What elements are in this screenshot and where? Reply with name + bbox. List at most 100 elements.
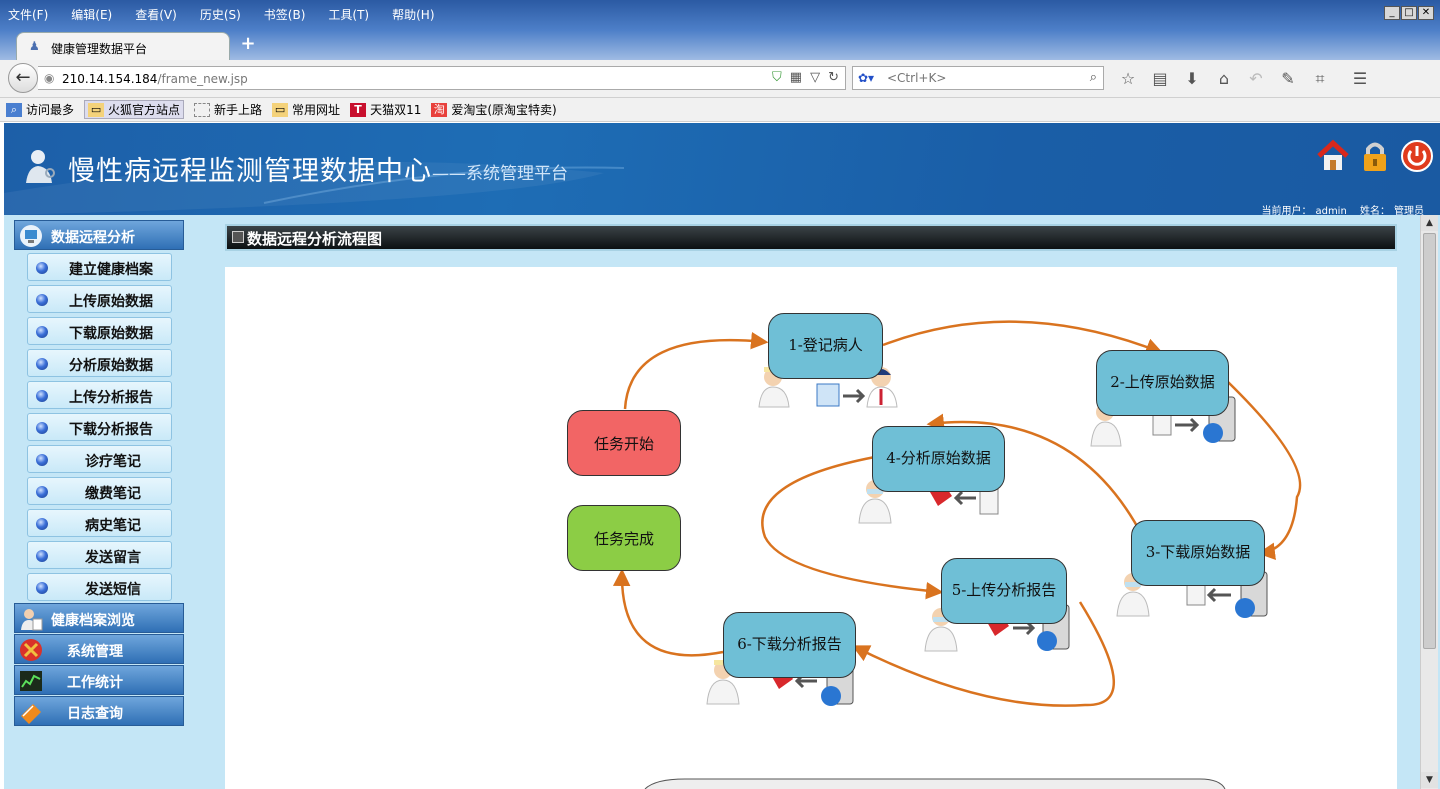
sidebar-item-payment-notes[interactable]: 缴费笔记 bbox=[27, 477, 172, 505]
nav-group-health-records[interactable]: 健康档案浏览 bbox=[14, 603, 184, 633]
download-icon[interactable]: ⬇ bbox=[1176, 69, 1208, 89]
nav-group-work-stats[interactable]: 工作统计 bbox=[14, 665, 184, 695]
tab-title: 健康管理数据平台 bbox=[51, 42, 148, 56]
menu-help[interactable]: 帮助(H) bbox=[388, 6, 438, 23]
bookmark-firefox-site[interactable]: ▭ 火狐官方站点 bbox=[84, 100, 185, 119]
site-subtitle: ——系统管理平台 bbox=[432, 164, 568, 184]
vertical-scrollbar[interactable]: ▲ ▼ bbox=[1420, 215, 1438, 789]
browser-menubar: 文件(F) 编辑(E) 查看(V) 历史(S) 书签(B) 工具(T) 帮助(H… bbox=[0, 0, 1440, 30]
menu-tools[interactable]: 工具(T) bbox=[324, 6, 373, 23]
baidu-engine-icon[interactable]: ✿▾ bbox=[858, 71, 874, 85]
chat-icon[interactable]: ✎ bbox=[1272, 69, 1304, 89]
bookmark-getting-started[interactable]: 新手上路 bbox=[194, 101, 262, 118]
flowchart-canvas: 任务开始 任务完成 1-登记病人 2-上传原始数据 3-下载原始数据 4-分析原… bbox=[225, 267, 1397, 789]
sidebar-item-create-record[interactable]: 建立健康档案 bbox=[27, 253, 172, 281]
bullet-icon bbox=[36, 326, 48, 338]
bullet-icon bbox=[36, 262, 48, 274]
minimize-button[interactable]: _ bbox=[1384, 6, 1400, 20]
undo-icon[interactable]: ↶ bbox=[1240, 69, 1272, 89]
bullet-icon bbox=[36, 518, 48, 530]
sidebar-item-analyze-raw[interactable]: 分析原始数据 bbox=[27, 349, 172, 377]
menu-view[interactable]: 查看(V) bbox=[131, 6, 181, 23]
home-icon[interactable] bbox=[1316, 139, 1350, 173]
sidebar-item-diagnosis-notes[interactable]: 诊疗笔记 bbox=[27, 445, 172, 473]
dropdown-icon[interactable]: ▽ bbox=[810, 70, 820, 85]
bullet-icon bbox=[36, 294, 48, 306]
hamburger-menu-icon[interactable]: ☰ bbox=[1344, 69, 1376, 89]
back-button[interactable]: ← bbox=[8, 63, 38, 93]
shield-icon[interactable]: ⛉ bbox=[772, 70, 782, 85]
sidebar: 数据远程分析 建立健康档案 上传原始数据 下载原始数据 分析原始数据 上传分析报… bbox=[4, 215, 210, 789]
most-visited-icon: ⌕ bbox=[6, 102, 22, 117]
flow-node-start: 任务开始 bbox=[567, 410, 681, 476]
lock-icon[interactable] bbox=[1358, 139, 1392, 173]
arrow-6-to-done bbox=[612, 568, 724, 657]
tab-strip: ♟ 健康管理数据平台 + bbox=[0, 30, 1440, 60]
globe-icon: ◉ bbox=[44, 71, 55, 85]
doctor-logo-icon bbox=[26, 150, 55, 183]
flow-node-step-2: 2-上传原始数据 bbox=[1096, 350, 1229, 416]
flow-node-step-3: 3-下载原始数据 bbox=[1131, 520, 1265, 586]
flow-node-step-4: 4-分析原始数据 bbox=[872, 426, 1005, 492]
bottom-panel-edge bbox=[644, 778, 1226, 789]
flow-node-step-5: 5-上传分析报告 bbox=[941, 558, 1067, 624]
menu-history[interactable]: 历史(S) bbox=[196, 6, 245, 23]
flow-node-step-1: 1-登记病人 bbox=[768, 313, 883, 379]
sidebar-item-upload-report[interactable]: 上传分析报告 bbox=[27, 381, 172, 409]
menu-edit[interactable]: 编辑(E) bbox=[67, 6, 116, 23]
upload-device-icon-1 bbox=[816, 383, 866, 407]
power-icon[interactable] bbox=[1400, 139, 1434, 173]
bookmark-star-icon[interactable]: ☆ bbox=[1112, 69, 1144, 89]
sidebar-item-send-message[interactable]: 发送留言 bbox=[27, 541, 172, 569]
crop-icon[interactable]: ⌗ bbox=[1304, 69, 1336, 89]
page-banner: 慢性病远程监测管理数据中心 ——系统管理平台 当前用户： admin 姓名： 管理员 bbox=[4, 123, 1440, 215]
folder-icon: ▭ bbox=[88, 102, 105, 117]
search-bar[interactable]: ✿▾ ⌕ bbox=[852, 66, 1104, 90]
bullet-icon bbox=[36, 358, 48, 370]
flow-node-done: 任务完成 bbox=[567, 505, 681, 571]
url-bar[interactable]: ◉ 210.14.154.184/frame_new.jsp ⛉ ▦ ▽ ↻ bbox=[38, 66, 846, 90]
page-favicon-icon: ♟ bbox=[29, 39, 40, 53]
close-window-button[interactable]: ✕ bbox=[1418, 6, 1434, 20]
user-info: 当前用户： admin 姓名： 管理员 bbox=[1261, 206, 1424, 215]
system-admin-icon bbox=[20, 639, 42, 661]
bullet-icon bbox=[36, 422, 48, 434]
nav-group-log-query[interactable]: 日志查询 bbox=[14, 696, 184, 726]
reading-list-icon[interactable]: ▤ bbox=[1144, 69, 1176, 89]
sidebar-item-history-notes[interactable]: 病史笔记 bbox=[27, 509, 172, 537]
nav-group-remote-analysis[interactable]: 数据远程分析 bbox=[14, 220, 184, 250]
sidebar-item-download-report[interactable]: 下载分析报告 bbox=[27, 413, 172, 441]
maximize-button[interactable]: □ bbox=[1401, 6, 1417, 20]
nav-group-system-admin[interactable]: 系统管理 bbox=[14, 634, 184, 664]
section-header: 数据远程分析流程图 bbox=[225, 224, 1397, 251]
bullet-icon bbox=[36, 454, 48, 466]
scroll-down-arrow-icon[interactable]: ▼ bbox=[1421, 772, 1438, 788]
search-icon[interactable]: ⌕ bbox=[1090, 70, 1097, 85]
reload-icon[interactable]: ↻ bbox=[828, 70, 839, 85]
url-text: 210.14.154.184/frame_new.jsp bbox=[62, 72, 248, 86]
bullet-icon bbox=[36, 550, 48, 562]
scroll-up-arrow-icon[interactable]: ▲ bbox=[1421, 215, 1438, 231]
sidebar-item-upload-raw[interactable]: 上传原始数据 bbox=[27, 285, 172, 313]
new-tab-button[interactable]: + bbox=[238, 34, 258, 54]
menu-file[interactable]: 文件(F) bbox=[4, 6, 52, 23]
menu-bookmarks[interactable]: 书签(B) bbox=[260, 6, 310, 23]
scroll-thumb[interactable] bbox=[1423, 233, 1436, 649]
arrow-start-to-1 bbox=[623, 331, 769, 410]
tmall-icon: T bbox=[350, 102, 367, 117]
qrcode-icon[interactable]: ▦ bbox=[790, 70, 802, 85]
page-icon bbox=[194, 102, 211, 117]
search-input[interactable] bbox=[887, 70, 1077, 86]
bookmark-most-visited[interactable]: ⌕ 访问最多 bbox=[6, 101, 74, 118]
bullet-icon bbox=[36, 486, 48, 498]
home-icon[interactable]: ⌂ bbox=[1208, 69, 1240, 89]
bookmark-tmall[interactable]: T 天猫双11 bbox=[350, 101, 421, 118]
current-user: admin bbox=[1315, 206, 1347, 215]
sidebar-item-send-sms[interactable]: 发送短信 bbox=[27, 573, 172, 601]
section-title: 数据远程分析流程图 bbox=[247, 230, 383, 248]
bookmark-aitaobao[interactable]: 淘爱淘宝(原淘宝特卖) bbox=[431, 101, 557, 118]
bookmark-common-sites[interactable]: ▭ 常用网址 bbox=[272, 101, 340, 118]
tab-active[interactable]: ♟ 健康管理数据平台 bbox=[16, 32, 230, 60]
sidebar-item-download-raw[interactable]: 下载原始数据 bbox=[27, 317, 172, 345]
site-title: 慢性病远程监测管理数据中心 bbox=[68, 156, 432, 187]
